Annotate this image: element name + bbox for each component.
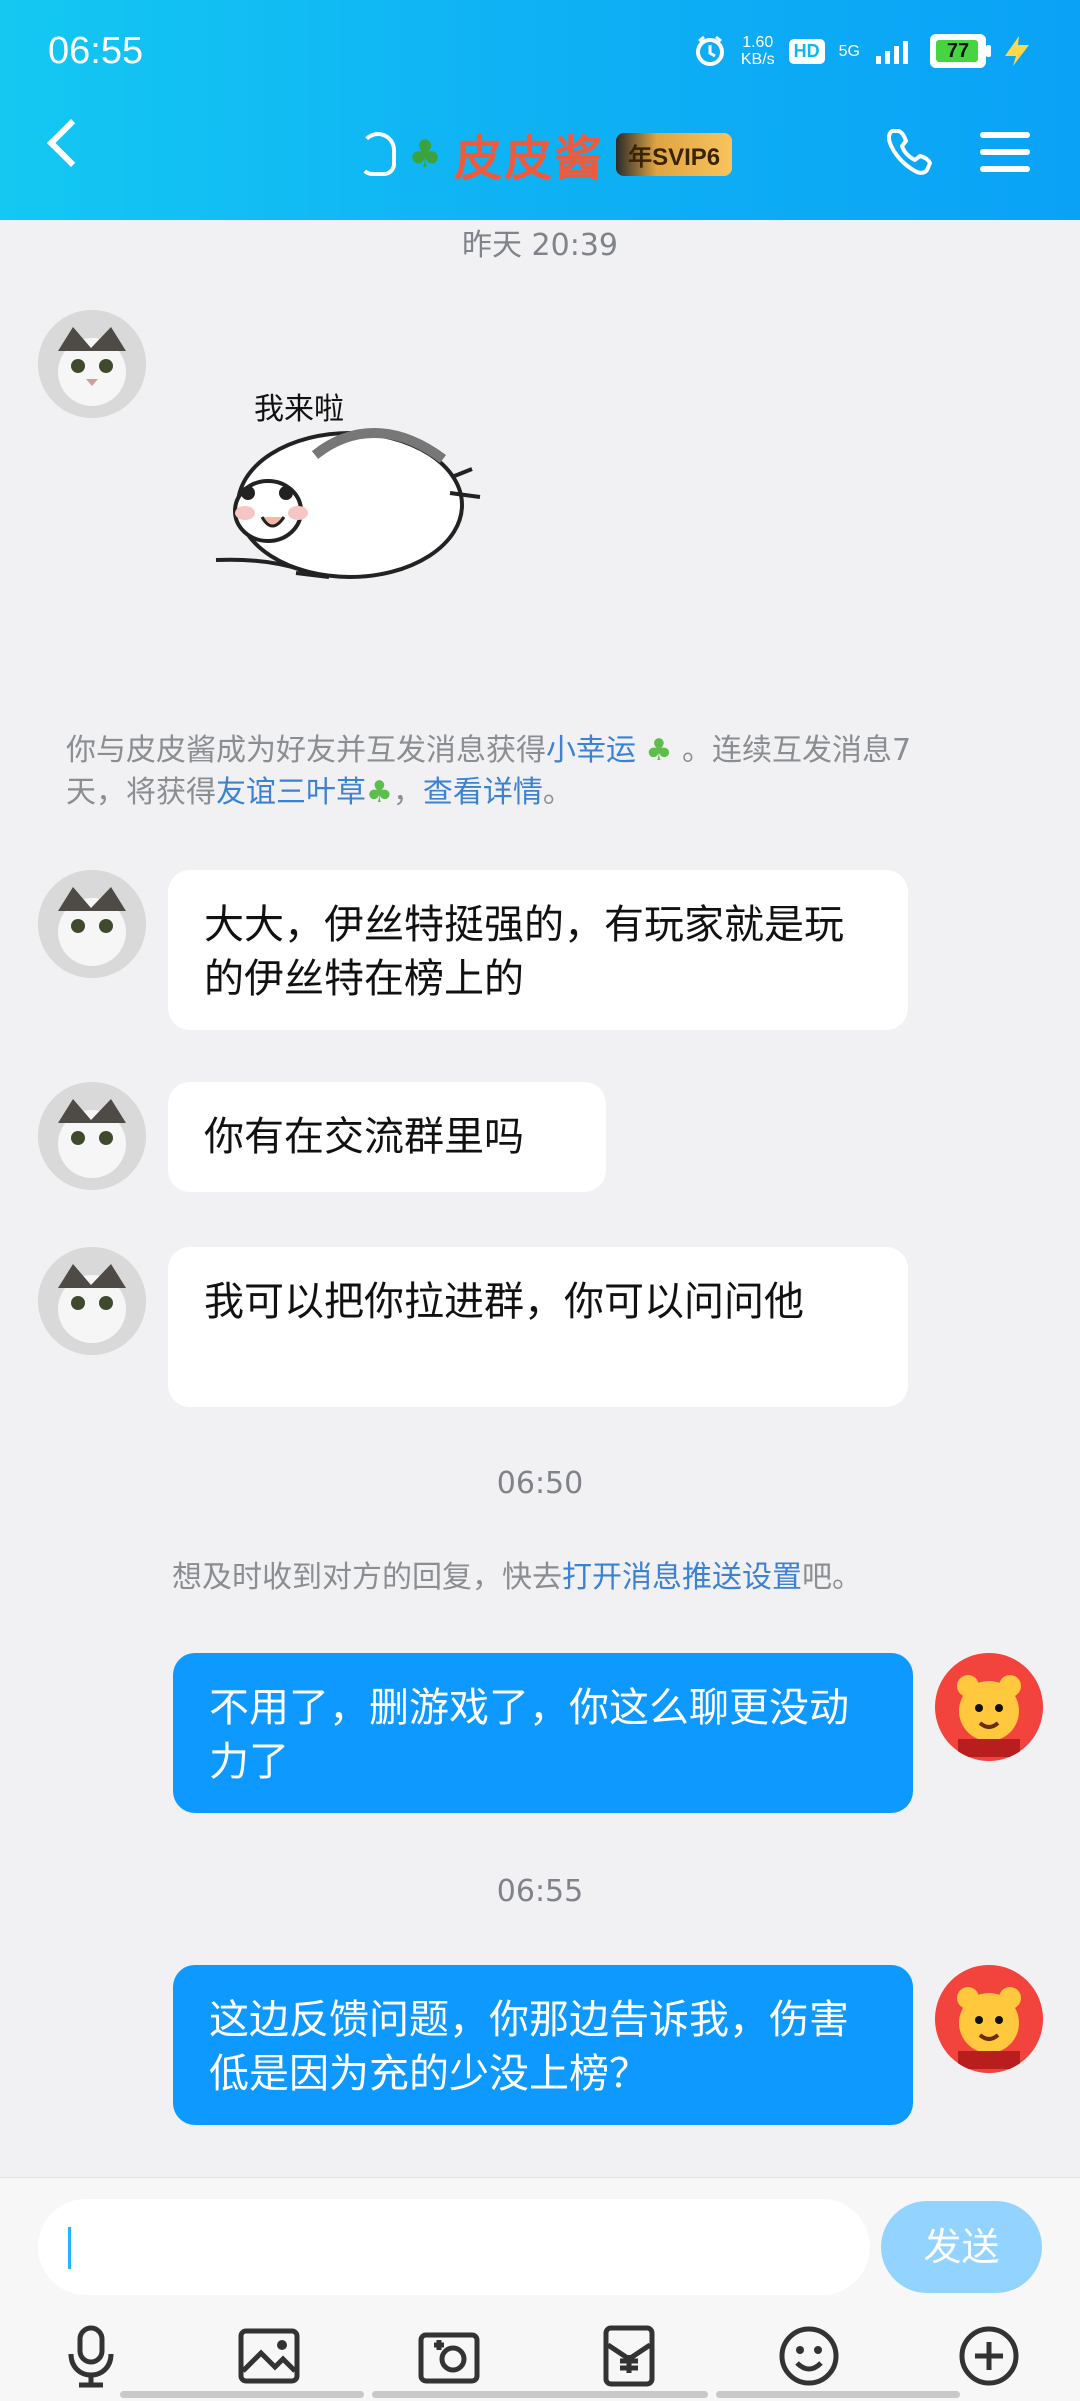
- status-time: 06:55: [48, 30, 144, 72]
- hamster-sticker[interactable]: 我来啦: [210, 385, 530, 605]
- friendship-notice: 你与皮皮酱成为好友并互发消息获得小幸运 ♣ 。连续互发消息7 天，将获得友谊三叶…: [66, 733, 912, 810]
- charging-icon: [1005, 36, 1029, 66]
- composer: 发送: [0, 2177, 1080, 2401]
- lucky-sprout-icon: ♣: [636, 733, 682, 768]
- sprout-icon: ♣: [408, 132, 443, 176]
- camera-icon[interactable]: [416, 2323, 482, 2389]
- push-settings-link[interactable]: 打开消息推送设置: [562, 1560, 802, 1595]
- sticker-text: 我来啦: [254, 392, 344, 427]
- battery-indicator: 77: [930, 34, 991, 68]
- hd-badge: HD: [788, 38, 825, 64]
- svip-badge: 年SVIP6: [616, 132, 733, 176]
- message-input[interactable]: [38, 2199, 870, 2295]
- microphone-icon[interactable]: [58, 2323, 124, 2389]
- view-details-link[interactable]: 查看详情: [423, 775, 543, 810]
- text-cursor: [68, 2227, 71, 2269]
- nav-indicator: [716, 2391, 960, 2398]
- clover-icon: ♣: [366, 775, 393, 810]
- contact-avatar[interactable]: [38, 870, 146, 978]
- incoming-message[interactable]: 大大，伊丝特挺强的，有玩家就是玩的伊丝特在榜上的: [168, 870, 908, 1030]
- signal-icon: [876, 41, 908, 64]
- nav-indicator: [372, 2391, 708, 2398]
- contact-title[interactable]: ♣ 皮皮酱 年SVIP6: [360, 119, 733, 189]
- nav-indicator: [120, 2391, 364, 2398]
- push-notice: 想及时收到对方的回复，快去打开消息推送设置吧。: [172, 1560, 862, 1595]
- back-icon[interactable]: [46, 118, 96, 168]
- user-avatar[interactable]: [935, 1965, 1043, 2073]
- outgoing-message[interactable]: 这边反馈问题，你那边告诉我，伤害低是因为充的少没上榜？: [173, 1965, 913, 2125]
- emoji-icon[interactable]: [776, 2323, 842, 2389]
- plus-icon[interactable]: [956, 2323, 1022, 2389]
- menu-icon[interactable]: [980, 132, 1030, 172]
- contact-name[interactable]: 皮皮酱: [454, 119, 604, 189]
- phone-icon[interactable]: [884, 124, 938, 178]
- network-speed: 1.60 KB/s: [740, 34, 775, 68]
- signal-label: 5G: [838, 42, 860, 60]
- incoming-message[interactable]: 你有在交流群里吗: [168, 1082, 606, 1192]
- red-packet-icon[interactable]: [596, 2323, 662, 2389]
- contact-avatar[interactable]: [38, 310, 146, 418]
- timestamp: 06:55: [496, 1874, 584, 1909]
- listen-icon: [360, 132, 396, 176]
- chat-header: 06:55 1.60 KB/s HD 5G 77 ♣ 皮皮酱 年SVIP6: [0, 0, 1080, 220]
- clover-link[interactable]: 友谊三叶草: [216, 775, 366, 810]
- contact-avatar[interactable]: [38, 1247, 146, 1355]
- timestamp-yesterday: 昨天 20:39: [462, 228, 618, 263]
- incoming-message[interactable]: 我可以把你拉进群，你可以问问他: [168, 1247, 908, 1407]
- outgoing-message[interactable]: 不用了，删游戏了，你这么聊更没动力了: [173, 1653, 913, 1813]
- lucky-link[interactable]: 小幸运: [546, 733, 636, 768]
- status-bar-icons: 1.60 KB/s HD 5G 77: [693, 34, 1034, 68]
- chat-history[interactable]: 昨天 20:39 我来啦 你与皮皮酱成为好友并互发消息获得小幸运 ♣ 。连续互发…: [0, 220, 1080, 2177]
- alarm-icon: [695, 35, 724, 66]
- send-button[interactable]: 发送: [881, 2201, 1042, 2293]
- image-icon[interactable]: [236, 2323, 302, 2389]
- user-avatar[interactable]: [935, 1653, 1043, 1761]
- contact-avatar[interactable]: [38, 1082, 146, 1190]
- timestamp: 06:50: [496, 1466, 584, 1501]
